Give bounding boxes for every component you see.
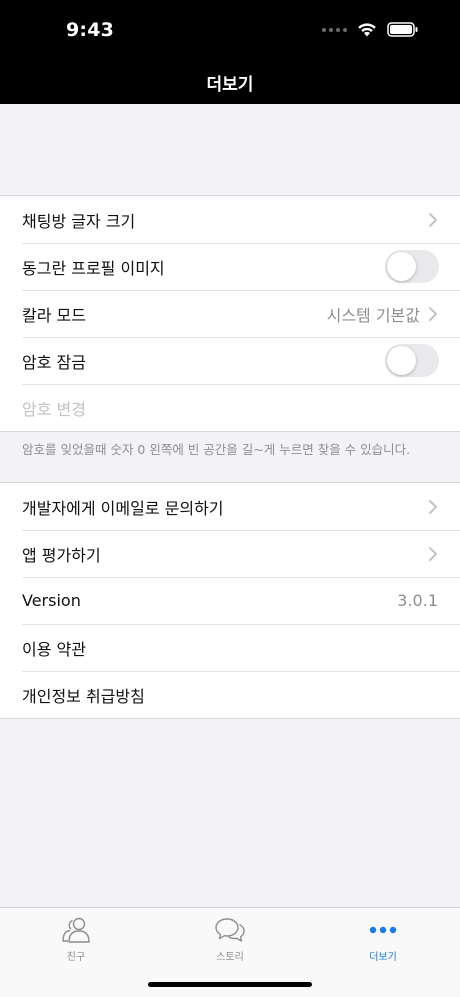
- chat-bubbles-icon: [190, 914, 270, 946]
- settings-group-1: 채팅방 글자 크기 동그란 프로필 이미지 칼라 모드 시스템 기본값 암호 잠…: [0, 195, 460, 432]
- friends-icon: [36, 914, 116, 946]
- row-value: 시스템 기본값: [326, 305, 420, 325]
- row-change-passcode[interactable]: 암호 변경: [0, 384, 460, 431]
- passcode-footnote: 암호를 잊었을때 숫자 0 왼쪽에 빈 공간을 길~게 누르면 찾을 수 있습니…: [22, 442, 411, 457]
- passcode-lock-toggle[interactable]: [385, 344, 439, 377]
- row-label: 앱 평가하기: [22, 545, 101, 565]
- row-email-developer[interactable]: 개발자에게 이메일로 문의하기: [0, 483, 460, 530]
- row-label: 개발자에게 이메일로 문의하기: [22, 498, 224, 518]
- tab-label: 친구: [66, 952, 86, 963]
- row-label: 이용 약관: [22, 639, 86, 659]
- cellular-signal-icon: [322, 27, 347, 32]
- row-label: 암호 변경: [22, 399, 86, 419]
- row-label: 암호 잠금: [22, 352, 86, 372]
- settings-group-2: 개발자에게 이메일로 문의하기 앱 평가하기 Version 3.0.1 이용 …: [0, 482, 460, 719]
- row-label: 채팅방 글자 크기: [22, 211, 136, 231]
- toggle-knob: [387, 346, 416, 375]
- tab-label: 더보기: [369, 952, 397, 963]
- row-label: 동그란 프로필 이미지: [22, 258, 165, 278]
- chevron-right-icon: [429, 212, 437, 227]
- wifi-icon: [358, 23, 376, 37]
- round-profile-toggle[interactable]: [385, 250, 439, 283]
- tab-story[interactable]: 스토리: [190, 914, 270, 963]
- more-dots-icon: [343, 914, 423, 946]
- version-value: 3.0.1: [397, 591, 438, 610]
- chevron-right-icon: [429, 306, 437, 321]
- row-label: Version: [22, 591, 81, 610]
- row-color-mode[interactable]: 칼라 모드 시스템 기본값: [0, 290, 460, 337]
- tab-friends[interactable]: 친구: [36, 914, 116, 963]
- tab-label: 스토리: [216, 952, 244, 963]
- row-label: 칼라 모드: [22, 305, 86, 325]
- row-chat-font-size[interactable]: 채팅방 글자 크기: [0, 196, 460, 243]
- row-label: 개인정보 취급방침: [22, 686, 145, 706]
- top-bar: 9:43 더보기: [0, 0, 460, 104]
- row-round-profile-image: 동그란 프로필 이미지: [0, 243, 460, 290]
- status-time: 9:43: [66, 19, 115, 41]
- page-title: 더보기: [206, 75, 254, 95]
- row-privacy-policy[interactable]: 개인정보 취급방침: [0, 671, 460, 718]
- battery-icon: [387, 22, 418, 37]
- chevron-right-icon: [429, 546, 437, 561]
- status-icons: [322, 22, 418, 37]
- toggle-knob: [387, 252, 416, 281]
- row-passcode-lock: 암호 잠금: [0, 337, 460, 384]
- row-terms-of-use[interactable]: 이용 약관: [0, 624, 460, 671]
- tab-more[interactable]: 더보기: [343, 914, 423, 963]
- chevron-right-icon: [429, 499, 437, 514]
- row-rate-app[interactable]: 앱 평가하기: [0, 530, 460, 577]
- home-indicator: [148, 982, 312, 987]
- row-version: Version 3.0.1: [0, 577, 460, 624]
